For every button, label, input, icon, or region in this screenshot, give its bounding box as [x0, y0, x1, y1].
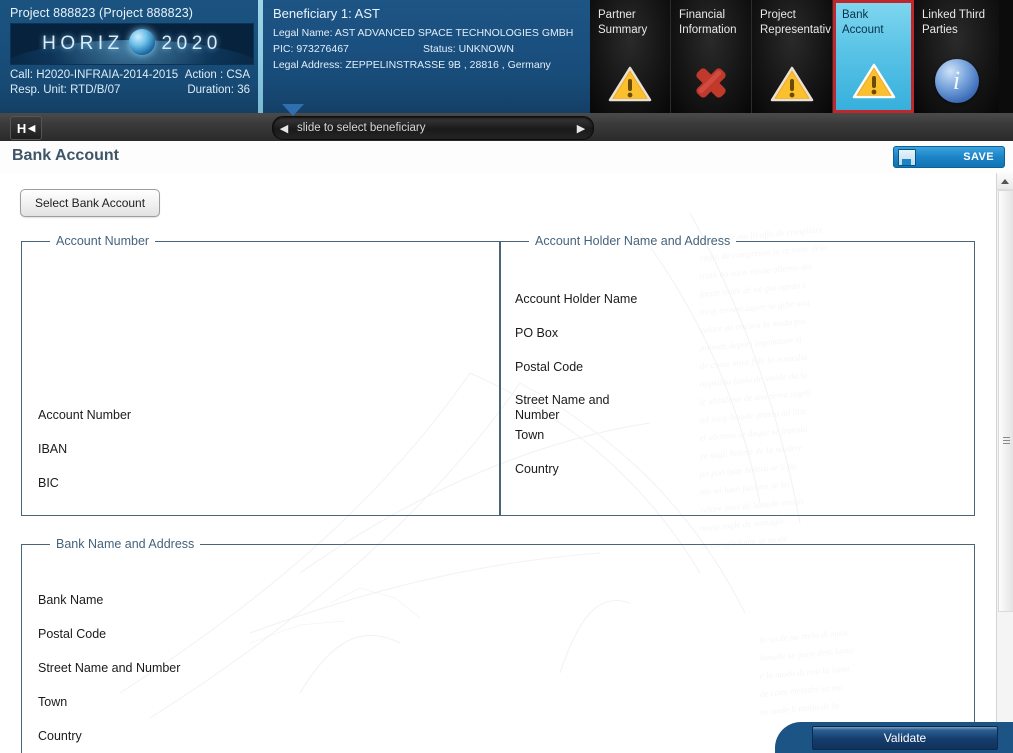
slider-next-icon[interactable]: ▶	[572, 118, 590, 138]
label-bank-country: Country	[38, 729, 82, 743]
label-bank-town: Town	[38, 695, 68, 709]
label-holder-postal-code: Postal Code	[515, 360, 584, 374]
project-info-panel: Project 888823 (Project 888823) HORIZ N …	[0, 0, 258, 113]
beneficiary-slider[interactable]: ◀ slide to select beneficiary ▶	[272, 116, 594, 140]
beneficiary-pic: PIC: 973276467	[273, 43, 349, 55]
scrollbar-thumb[interactable]	[998, 190, 1013, 612]
account-number-section: Account Number Account Number IBAN BIC	[21, 234, 500, 516]
globe-icon	[129, 29, 155, 55]
tab-partner-summary-status	[590, 65, 670, 103]
slider-pointer-icon	[282, 104, 304, 116]
validate-button[interactable]: Validate	[812, 726, 998, 750]
slider-label[interactable]: slide to select beneficiary	[297, 122, 425, 134]
tab-project-representative-status	[752, 65, 832, 103]
label-holder-street-name-and-number: Street Name and Number	[515, 393, 610, 422]
vertical-scrollbar[interactable]	[996, 173, 1013, 753]
tab-bank-account-status	[836, 62, 911, 100]
beneficiary-title: Beneficiary 1: AST	[273, 6, 380, 21]
header-bar: Project 888823 (Project 888823) HORIZ N …	[0, 0, 1013, 113]
project-call-row: Call: H2020-INFRAIA-2014-2015 Action : C…	[10, 69, 250, 81]
chevron-up-icon	[1001, 178, 1009, 184]
tab-partner-summary[interactable]: Partner Summary	[590, 0, 671, 113]
tab-linked-third-parties-line2: Parties	[922, 24, 958, 36]
bank-name-section: Bank Name and Address Bank Name Postal C…	[21, 537, 975, 753]
project-call: Call: H2020-INFRAIA-2014-2015	[10, 69, 179, 81]
tab-financial-information[interactable]: Financial Information	[671, 0, 752, 113]
tab-project-representative-line2: Representativ	[760, 24, 831, 36]
beneficiary-legal-address: Legal Address: ZEPPELINSTRASSE 9B , 2881…	[273, 59, 551, 71]
project-unit-row: Resp. Unit: RTD/B/07 Duration: 36	[10, 84, 250, 96]
beneficiary-pic-status-row: PIC: 973276467 Status: UNKNOWN	[273, 41, 582, 57]
tab-bank-account-line1: Bank	[842, 9, 869, 21]
save-disk-icon	[898, 148, 916, 166]
beneficiary-info-panel: Beneficiary 1: AST Legal Name: AST ADVAN…	[263, 0, 590, 113]
bank-name-legend: Bank Name and Address	[56, 537, 195, 551]
label-account-number: Account Number	[38, 408, 132, 422]
scrollbar-grip-icon	[1003, 437, 1010, 445]
tab-partner-summary-line1: Partner	[598, 9, 636, 21]
project-resp-unit: Resp. Unit: RTD/B/07	[10, 84, 121, 96]
warning-triangle-icon	[770, 65, 814, 103]
label-po-box: PO Box	[515, 326, 559, 340]
save-button[interactable]: SAVE	[893, 146, 1005, 168]
project-title: Project 888823 (Project 888823)	[10, 6, 194, 20]
tab-partner-summary-line2: Summary	[598, 24, 648, 36]
svg-text:nosse rogle de vomagle: nosse rogle de vomagle	[699, 516, 784, 533]
warning-triangle-icon	[852, 62, 896, 100]
tab-project-representative-line1: Project	[760, 9, 796, 21]
label-holder-town: Town	[515, 428, 545, 442]
scroll-up-button[interactable]	[997, 173, 1013, 190]
account-holder-legend: Account Holder Name and Address	[535, 234, 731, 248]
page-title-bar: Bank Account	[0, 141, 1013, 174]
tab-financial-information-line1: Financial	[679, 9, 726, 21]
application-window: Project 888823 (Project 888823) HORIZ N …	[0, 0, 1013, 753]
warning-triangle-icon	[608, 65, 652, 103]
info-circle-icon: i	[934, 59, 979, 103]
beneficiary-slider-bar: H ◀ ◀ slide to select beneficiary ▶	[0, 104, 1013, 142]
label-bic: BIC	[38, 476, 59, 490]
error-cross-icon	[690, 63, 732, 103]
beneficiary-status: Status: UNKNOWN	[423, 43, 515, 55]
label-bank-postal-code: Postal Code	[38, 627, 107, 641]
tab-financial-information-status	[671, 63, 751, 103]
account-holder-section: Account Holder Name and Address Account …	[500, 234, 975, 516]
tab-linked-third-parties-status: i	[914, 59, 999, 103]
project-action: Action : CSA	[184, 69, 250, 81]
label-bank-name: Bank Name	[38, 593, 104, 607]
beneficiary-legal-name: Legal Name: AST ADVANCED SPACE TECHNOLOG…	[273, 27, 574, 39]
home-button[interactable]: H ◀	[10, 116, 42, 140]
tab-linked-third-parties[interactable]: Linked Third Parties i	[914, 0, 999, 113]
tab-linked-third-parties-line1: Linked Third	[922, 9, 986, 21]
tab-financial-information-line2: Information	[679, 24, 737, 36]
tab-bank-account-line2: Account	[842, 24, 884, 36]
tab-project-representative[interactable]: Project Representativ	[752, 0, 833, 113]
horizon-2020-banner: HORIZ N 2020	[10, 23, 254, 65]
home-button-label: H	[16, 120, 27, 136]
account-number-legend: Account Number	[56, 234, 150, 248]
project-duration: Duration: 36	[187, 84, 250, 96]
tab-bank-account[interactable]: Bank Account	[833, 0, 914, 113]
label-account-holder-name: Account Holder Name	[515, 292, 638, 306]
bank-account-form: fo sudo fe mo lli uffo de compliare ragi…	[0, 173, 1013, 753]
page-title: Bank Account	[12, 147, 119, 164]
select-bank-account-button[interactable]: Select Bank Account	[20, 189, 161, 217]
slider-previous-icon[interactable]: ◀	[275, 118, 293, 138]
label-holder-country: Country	[515, 462, 559, 476]
save-button-label: SAVE	[963, 151, 994, 163]
label-bank-street-name-and-number: Street Name and Number	[38, 661, 181, 675]
navigation-tabs: Partner Summary Financial Information Pr…	[590, 0, 999, 113]
label-iban: IBAN	[38, 442, 68, 456]
